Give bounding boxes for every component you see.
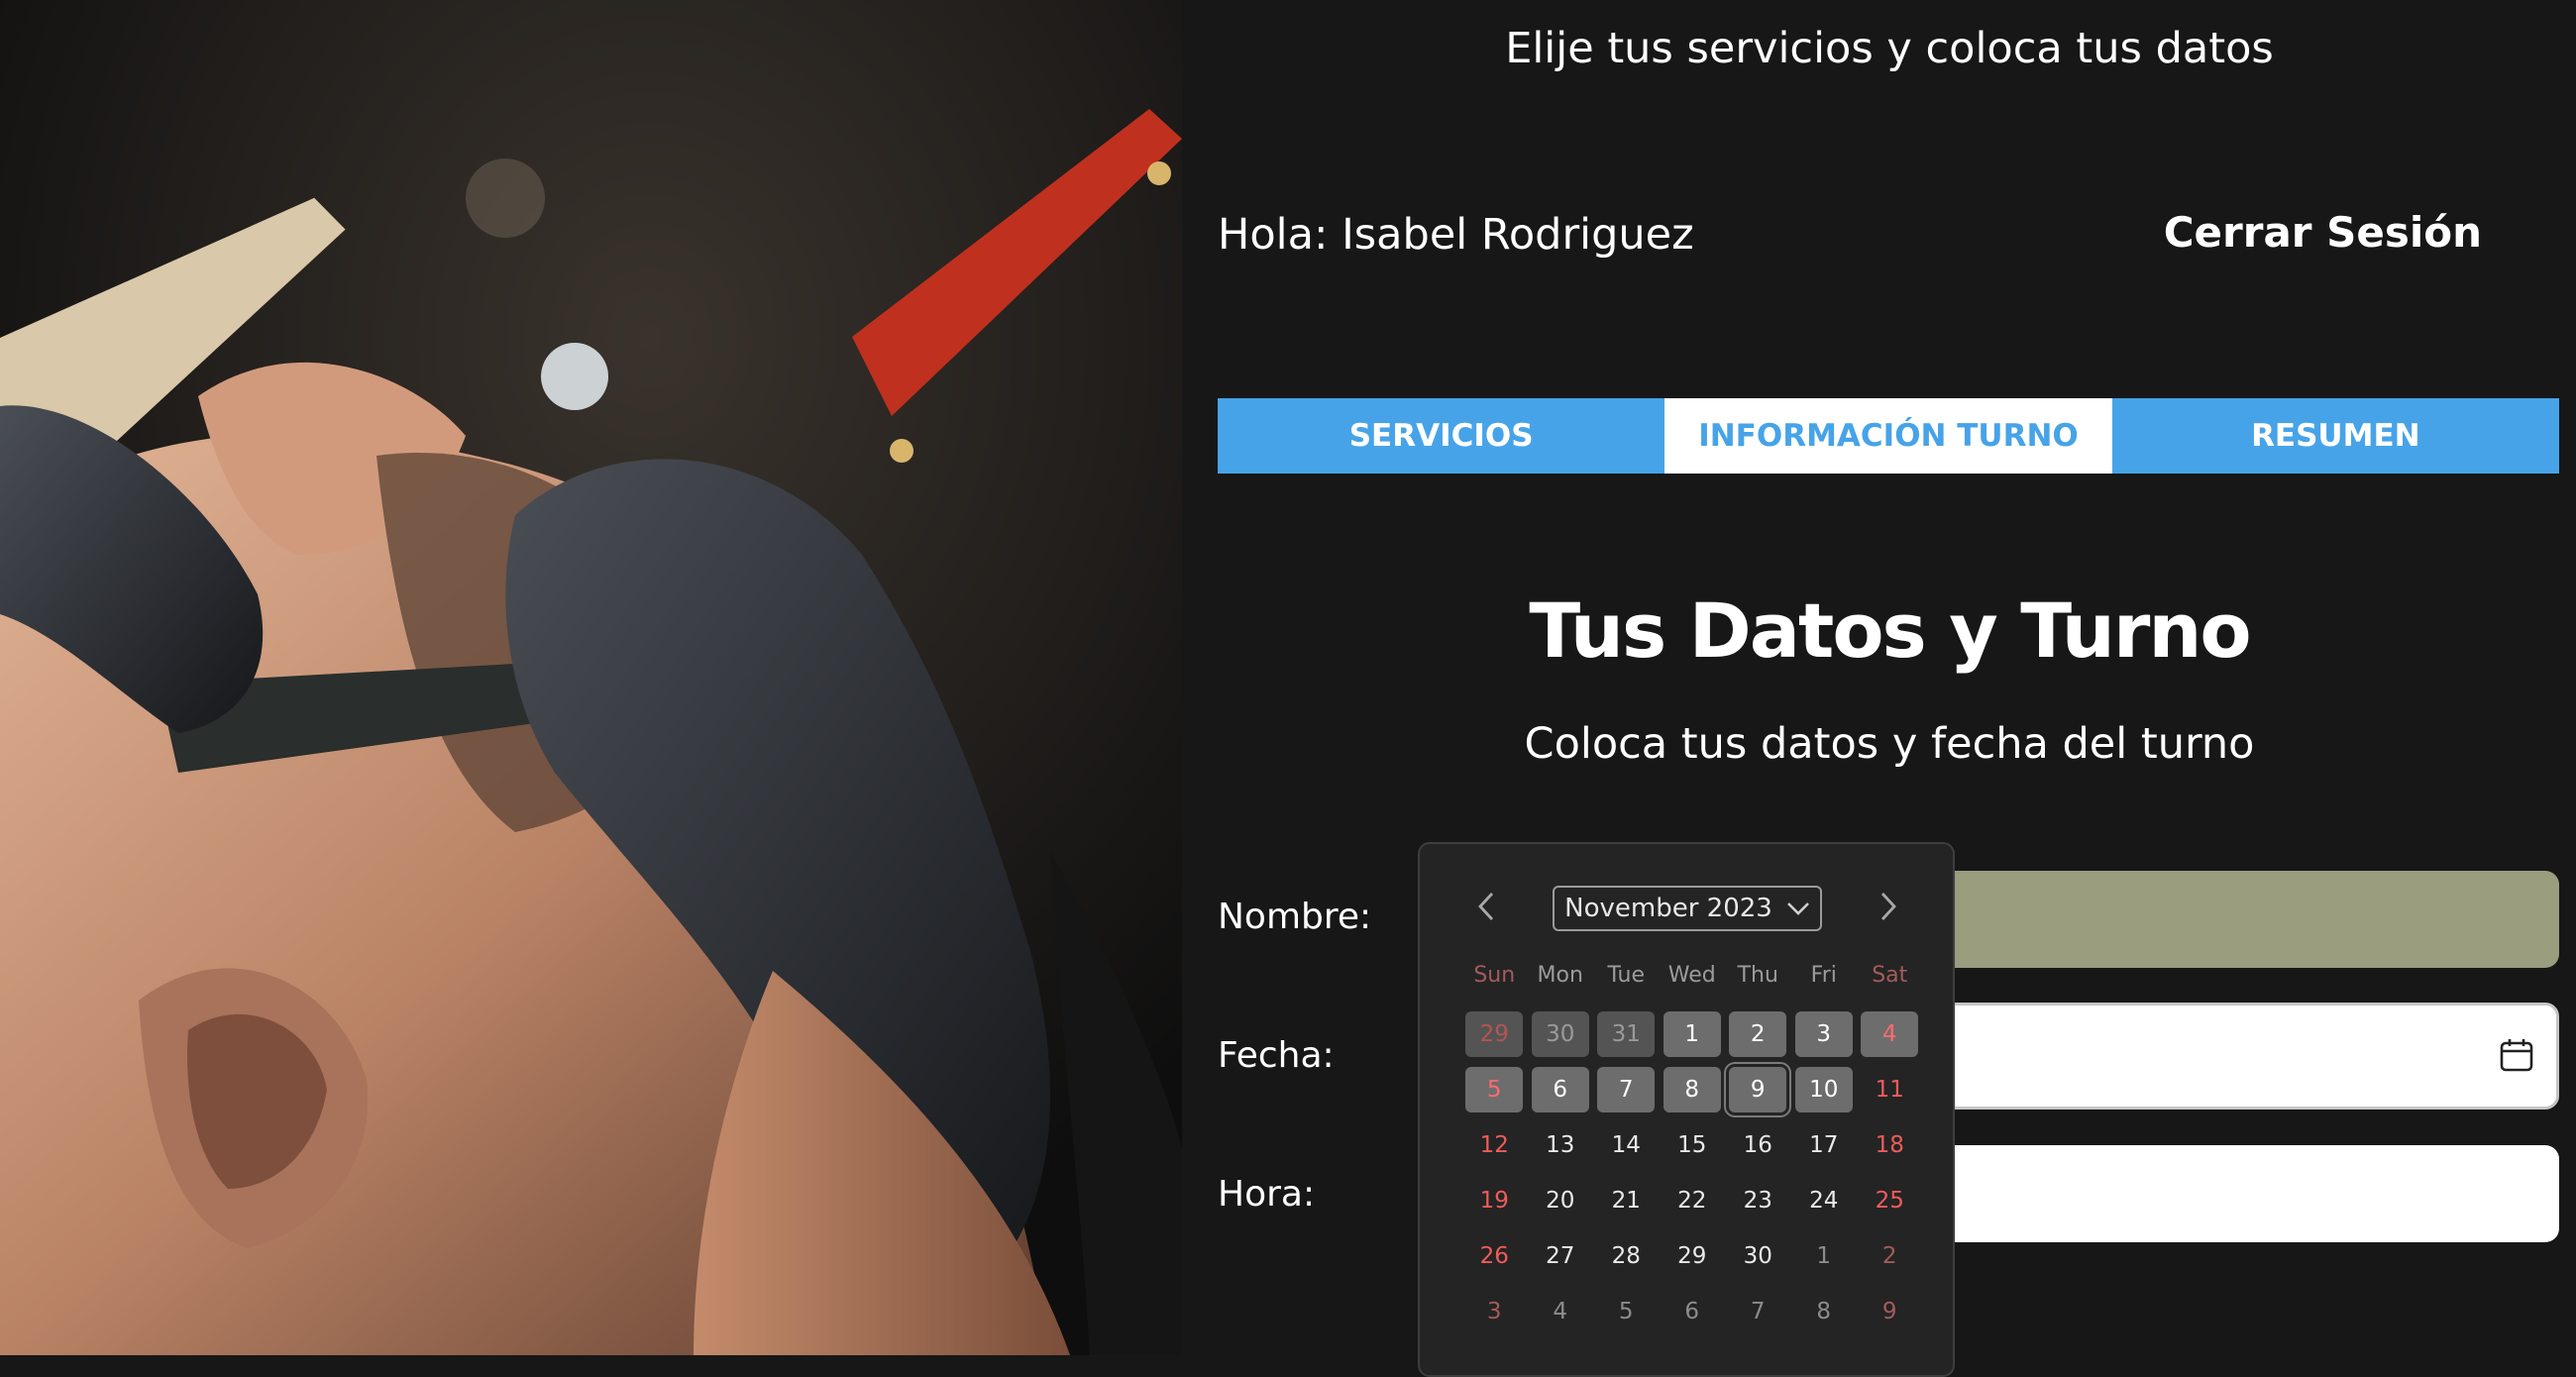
weekday-label: Fri (1810, 963, 1837, 988)
calendar-day[interactable]: 28 (1593, 1228, 1660, 1284)
date-label: Fecha: (1218, 1035, 1335, 1076)
calendar-day-today[interactable]: 9 (1725, 1062, 1791, 1117)
month-label: November 2023 (1564, 894, 1772, 923)
calendar-day[interactable]: 30 (1528, 1006, 1594, 1062)
chevron-left-icon[interactable] (1475, 890, 1497, 932)
date-picker-popup: November 2023 Sun Mon Tue Wed Thu Fri Sa… (1418, 842, 1955, 1377)
weekday-label: Wed (1667, 963, 1716, 988)
section-title: Tus Datos y Turno (1529, 586, 2251, 675)
calendar-day[interactable]: 17 (1791, 1117, 1858, 1173)
logout-button[interactable]: Cerrar Sesión (2164, 208, 2482, 257)
calendar-day[interactable]: 21 (1593, 1173, 1660, 1228)
calendar-day[interactable]: 7 (1725, 1284, 1791, 1339)
calendar-day[interactable]: 12 (1461, 1117, 1528, 1173)
calendar-day[interactable]: 8 (1791, 1284, 1858, 1339)
calendar-day[interactable]: 4 (1528, 1284, 1594, 1339)
calendar-day[interactable]: 25 (1857, 1173, 1923, 1228)
calendar-day[interactable]: 15 (1660, 1117, 1726, 1173)
calendar-day[interactable]: 6 (1660, 1284, 1726, 1339)
booking-panel: Elije tus servicios y coloca tus datos H… (1182, 0, 2576, 1377)
calendar-day[interactable]: 1 (1791, 1228, 1858, 1284)
name-label: Nombre: (1218, 897, 1372, 937)
calendar-day[interactable]: 31 (1593, 1006, 1660, 1062)
barber-shaving-photo (0, 0, 1182, 1355)
calendar-day[interactable]: 4 (1857, 1006, 1923, 1062)
calendar-day[interactable]: 26 (1461, 1228, 1528, 1284)
calendar-day[interactable]: 22 (1660, 1173, 1726, 1228)
calendar-day[interactable]: 30 (1725, 1228, 1791, 1284)
weekday-header: Sun Mon Tue Wed Thu Fri Sat (1461, 963, 1923, 988)
time-label: Hora: (1218, 1174, 1316, 1215)
calendar-day[interactable]: 3 (1791, 1006, 1858, 1062)
calendar-day[interactable]: 24 (1791, 1173, 1858, 1228)
calendar-day[interactable]: 5 (1593, 1284, 1660, 1339)
calendar-day[interactable]: 29 (1660, 1228, 1726, 1284)
calendar-day[interactable]: 18 (1857, 1117, 1923, 1173)
calendar-day[interactable]: 23 (1725, 1173, 1791, 1228)
chevron-right-icon[interactable] (1878, 890, 1899, 932)
calendar-day[interactable]: 20 (1528, 1173, 1594, 1228)
calendar-day[interactable]: 16 (1725, 1117, 1791, 1173)
page-subtitle: Elije tus servicios y coloca tus datos (1505, 24, 2274, 73)
user-greeting: Hola: Isabel Rodriguez (1218, 210, 1694, 260)
calendar-day[interactable]: 7 (1593, 1062, 1660, 1117)
calendar-grid: 29 30 31 1 2 3 4 5 6 7 8 9 10 11 12 13 1… (1461, 1006, 1923, 1339)
tab-servicios[interactable]: SERVICIOS (1218, 398, 1665, 474)
tab-resumen[interactable]: RESUMEN (2111, 398, 2559, 474)
calendar-day[interactable]: 27 (1528, 1228, 1594, 1284)
calendar-day[interactable]: 3 (1461, 1284, 1528, 1339)
calendar-day[interactable]: 10 (1791, 1062, 1858, 1117)
chevron-down-icon (1786, 902, 1809, 915)
calendar-day[interactable]: 11 (1857, 1062, 1923, 1117)
section-description: Coloca tus datos y fecha del turno (1524, 719, 2255, 769)
tab-informacion-turno[interactable]: INFORMACIÓN TURNO (1664, 398, 2112, 474)
calendar-day[interactable]: 13 (1528, 1117, 1594, 1173)
weekday-label: Tue (1607, 963, 1646, 988)
calendar-day[interactable]: 2 (1857, 1228, 1923, 1284)
weekday-label: Sat (1872, 963, 1908, 988)
calendar-day[interactable]: 6 (1528, 1062, 1594, 1117)
calendar-day[interactable]: 2 (1725, 1006, 1791, 1062)
calendar-day[interactable]: 19 (1461, 1173, 1528, 1228)
weekday-label: Mon (1537, 963, 1583, 988)
calendar-day[interactable]: 8 (1660, 1062, 1726, 1117)
weekday-label: Thu (1737, 963, 1778, 988)
calendar-day[interactable]: 29 (1461, 1006, 1528, 1062)
calendar-day[interactable]: 14 (1593, 1117, 1660, 1173)
step-tabs: SERVICIOS INFORMACIÓN TURNO RESUMEN (1218, 398, 2559, 474)
weekday-label: Sun (1473, 963, 1516, 988)
month-select[interactable]: November 2023 (1553, 886, 1822, 931)
calendar-day[interactable]: 1 (1660, 1006, 1726, 1062)
calendar-icon[interactable] (2499, 1037, 2534, 1073)
calendar-day[interactable]: 5 (1461, 1062, 1528, 1117)
calendar-day[interactable]: 9 (1857, 1284, 1923, 1339)
